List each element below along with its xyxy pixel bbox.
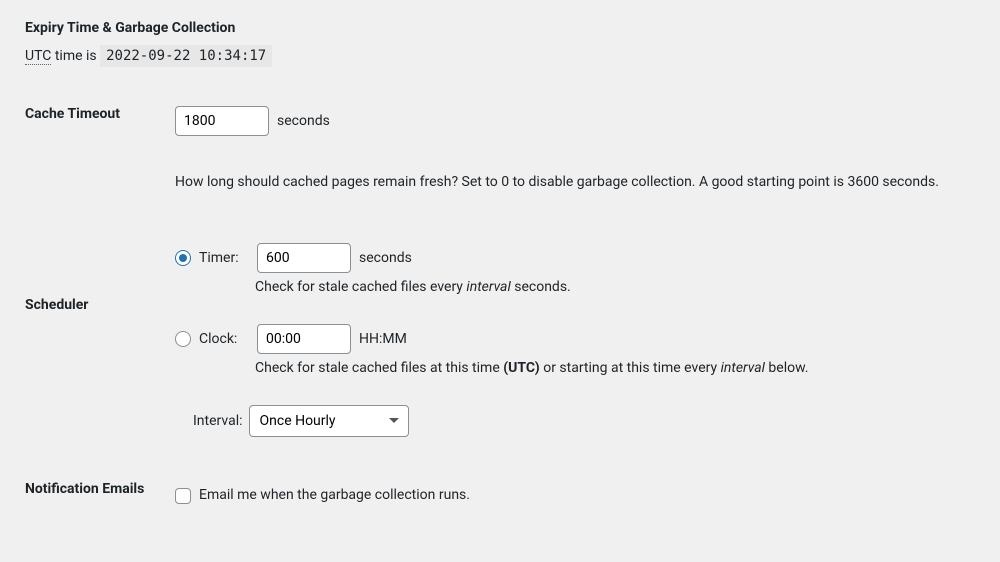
scheduler-timer-radio[interactable] (175, 250, 191, 266)
utc-acronym: UTC (25, 48, 51, 65)
scheduler-clock-radio-label: Clock: (199, 329, 249, 350)
clock-desc-suffix: below. (765, 360, 809, 376)
notification-email-checkbox[interactable] (175, 488, 191, 504)
utc-timestamp: 2022-09-22 10:34:17 (100, 45, 272, 67)
scheduler-interval-select[interactable]: Once Hourly (249, 405, 409, 437)
clock-desc-bold: (UTC) (503, 360, 540, 376)
utc-time-row: UTC time is 2022-09-22 10:34:17 (25, 48, 975, 64)
notification-label: Notification Emails (25, 451, 165, 520)
timer-desc-prefix: Check for stale cached files every (255, 279, 466, 295)
scheduler-label: Scheduler (25, 207, 165, 451)
timer-desc-suffix: seconds. (511, 279, 571, 295)
timer-desc-em: interval (466, 279, 510, 295)
cache-timeout-input[interactable] (175, 106, 269, 136)
notification-email-checkbox-label: Email me when the garbage collection run… (199, 485, 470, 506)
clock-desc-mid: or starting at this time every (540, 360, 721, 376)
clock-desc-em: interval (721, 360, 765, 376)
scheduler-timer-unit: seconds (359, 248, 412, 269)
scheduler-timer-description: Check for stale cached files every inter… (255, 277, 965, 298)
scheduler-clock-radio[interactable] (175, 331, 191, 347)
cache-timeout-label: Cache Timeout (25, 92, 165, 207)
scheduler-clock-description: Check for stale cached files at this tim… (255, 358, 965, 379)
section-title: Expiry Time & Garbage Collection (25, 20, 975, 36)
clock-desc-prefix: Check for stale cached files at this tim… (255, 360, 503, 376)
scheduler-timer-radio-label: Timer: (199, 248, 249, 269)
cache-timeout-description: How long should cached pages remain fres… (175, 172, 965, 193)
scheduler-interval-label: Interval: (193, 411, 243, 432)
cache-timeout-unit: seconds (277, 111, 330, 132)
scheduler-timer-input[interactable] (257, 243, 351, 273)
utc-prefix-text: time is (51, 48, 100, 64)
scheduler-clock-input[interactable] (257, 324, 351, 354)
scheduler-clock-unit: HH:MM (359, 329, 407, 350)
